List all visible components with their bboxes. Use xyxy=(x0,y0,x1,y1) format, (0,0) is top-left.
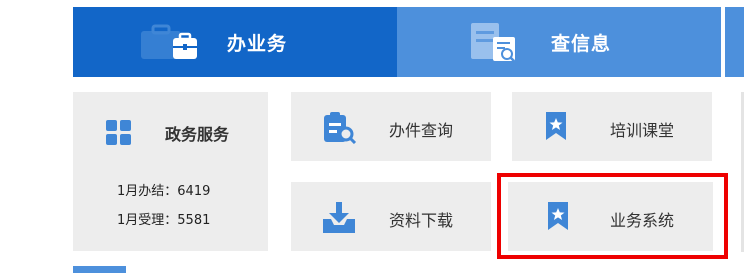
bottom-partial-bar xyxy=(73,266,126,273)
tab-ban-yewu[interactable]: 办业务 xyxy=(73,7,397,77)
tile-downloads[interactable]: 资料下载 xyxy=(291,182,491,251)
download-tray-icon xyxy=(322,202,356,238)
monthly-accepted-stat: 1月受理：5581 xyxy=(117,213,211,228)
monthly-completed-stat: 1月办结：6419 xyxy=(117,184,211,199)
briefcase-icon xyxy=(139,23,201,67)
tab-cha-xinxi[interactable]: 查信息 xyxy=(397,7,721,77)
document-search-icon xyxy=(469,21,521,69)
grid-icon xyxy=(105,119,133,151)
tile-training[interactable]: 培训课堂 xyxy=(512,92,712,161)
tile-business-system[interactable]: 业务系统 xyxy=(508,182,713,251)
tile-label: 办件查询 xyxy=(389,121,454,140)
tile-case-query[interactable]: 办件查询 xyxy=(291,92,491,161)
gov-services-card[interactable]: 政务服务 1月办结：6419 1月受理：5581 xyxy=(73,92,268,251)
tile-label: 培训课堂 xyxy=(610,121,675,140)
bookmark-star-icon xyxy=(545,202,571,234)
tile-label: 业务系统 xyxy=(610,211,675,230)
tile-label: 资料下载 xyxy=(389,211,454,230)
clipboard-search-icon xyxy=(322,112,358,148)
gov-services-title: 政务服务 xyxy=(165,125,230,144)
tab-partial[interactable] xyxy=(725,7,744,77)
bookmark-star-icon xyxy=(543,112,569,144)
tab-label: 查信息 xyxy=(551,33,612,55)
tab-label: 办业务 xyxy=(227,33,288,55)
top-tab-bar: 办业务 查信息 xyxy=(73,7,744,77)
